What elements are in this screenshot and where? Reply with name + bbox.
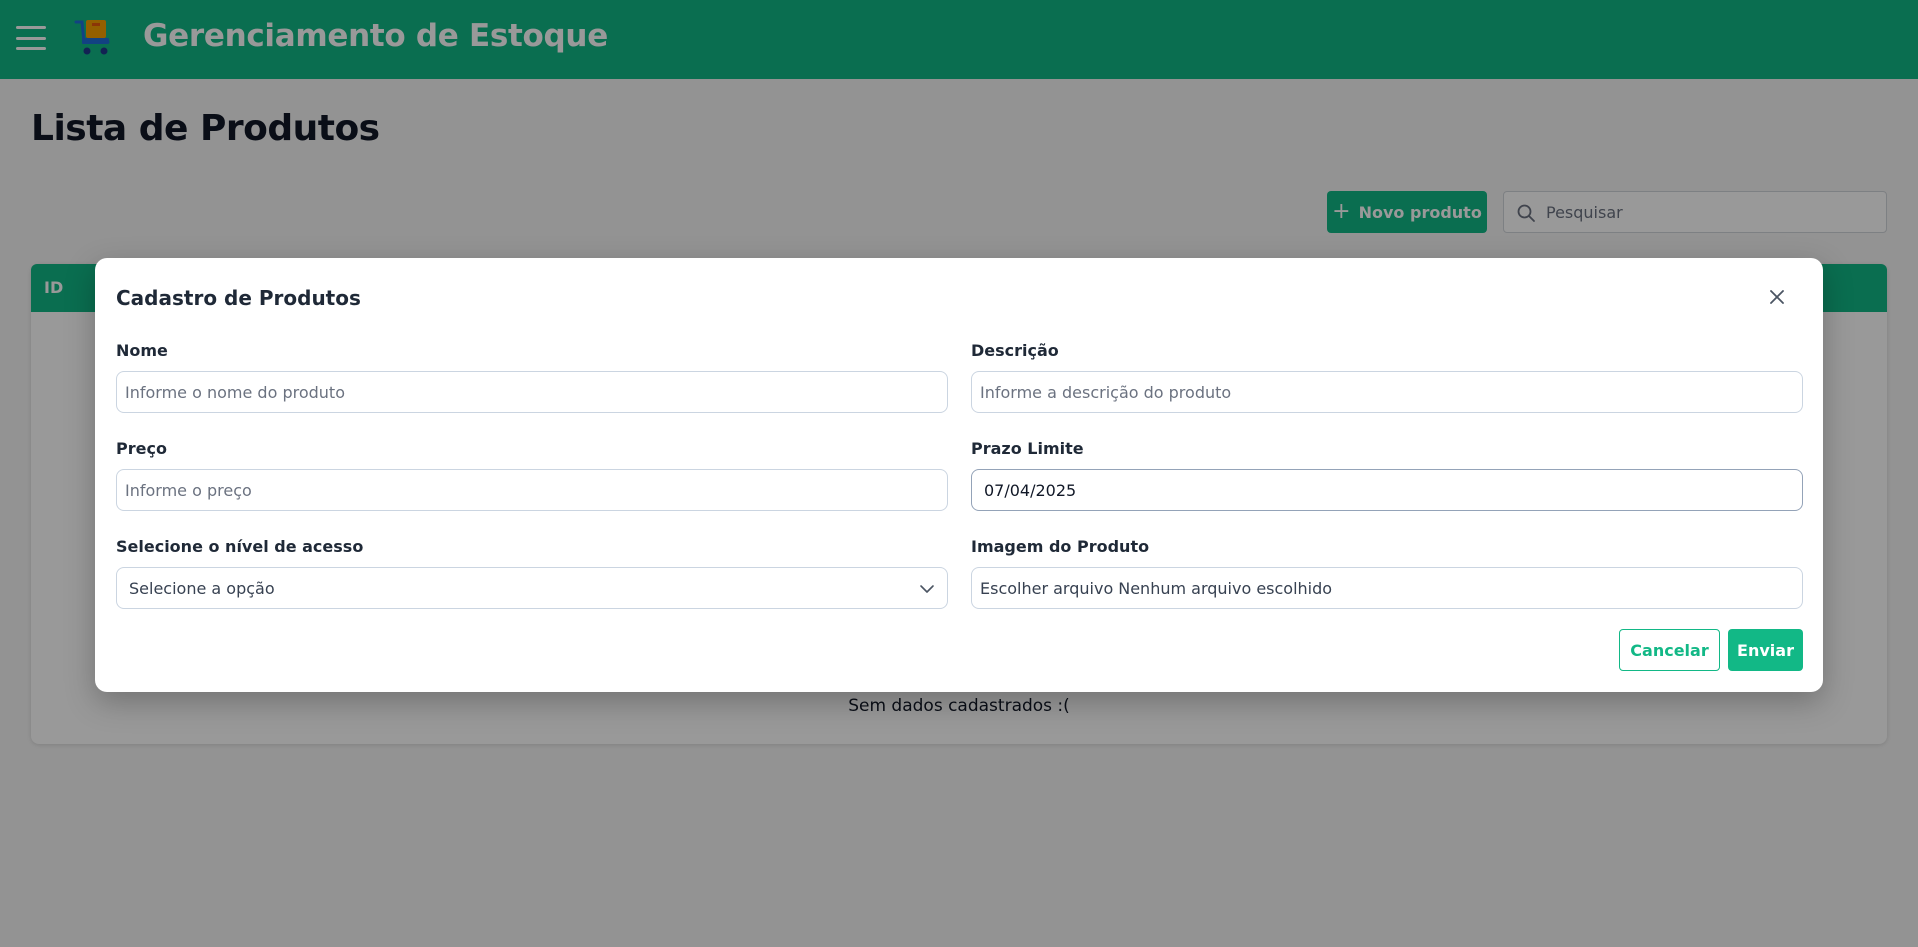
name-label: Nome: [116, 341, 168, 360]
submit-button[interactable]: Enviar: [1728, 629, 1803, 671]
price-placeholder: Informe o preço: [125, 480, 252, 500]
name-placeholder: Informe o nome do produto: [125, 382, 345, 402]
choose-file-button[interactable]: Escolher arquivo: [980, 579, 1113, 598]
close-icon[interactable]: [1768, 288, 1786, 306]
chevron-down-icon: [920, 585, 934, 593]
price-label: Preço: [116, 439, 167, 458]
deadline-date-field[interactable]: 07/04/2025: [971, 469, 1803, 511]
product-registration-modal: Cadastro de Produtos Nome Informe o nome…: [95, 258, 1823, 692]
deadline-label: Prazo Limite: [971, 439, 1084, 458]
file-status-text: Nenhum arquivo escolhido: [1118, 578, 1333, 598]
price-field[interactable]: Informe o preço: [116, 469, 948, 511]
description-field[interactable]: Informe a descrição do produto: [971, 371, 1803, 413]
cancel-button[interactable]: Cancelar: [1619, 629, 1720, 671]
modal-title: Cadastro de Produtos: [116, 286, 361, 310]
description-placeholder: Informe a descrição do produto: [980, 382, 1232, 402]
description-label: Descrição: [971, 341, 1059, 360]
product-image-label: Imagem do Produto: [971, 537, 1150, 556]
access-level-select[interactable]: Selecione a opção: [116, 567, 948, 609]
access-level-selected: Selecione a opção: [129, 578, 275, 598]
deadline-value: 07/04/2025: [984, 480, 1077, 500]
product-image-file-input[interactable]: Escolher arquivo Nenhum arquivo escolhid…: [971, 567, 1803, 609]
name-field[interactable]: Informe o nome do produto: [116, 371, 948, 413]
access-level-label: Selecione o nível de acesso: [116, 537, 364, 556]
